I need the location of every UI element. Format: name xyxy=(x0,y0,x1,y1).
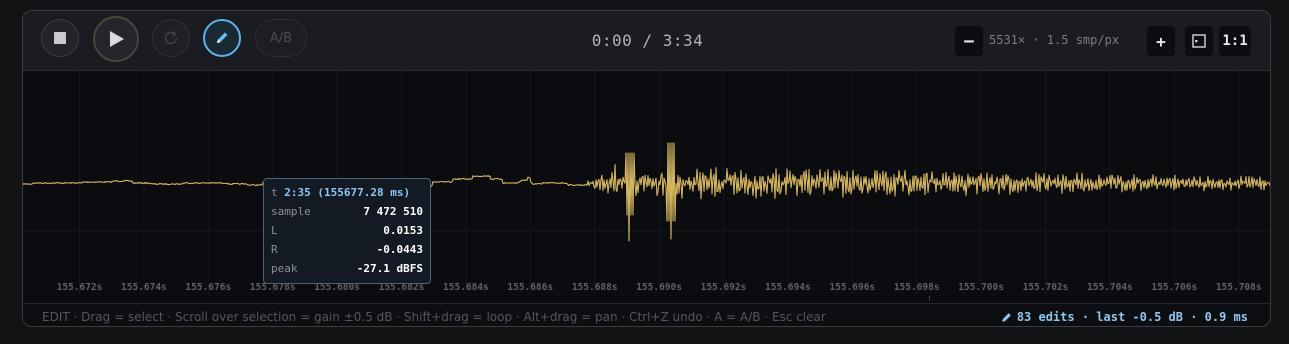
ruler-tick-label: 155.706s xyxy=(1151,282,1197,293)
ruler-tick-label: 155.704s xyxy=(1087,282,1133,293)
tooltip-right-key: R xyxy=(271,243,278,256)
tooltip-time-value: 2:35 (155677.28 ms) xyxy=(284,186,411,199)
tooltip-sample-value: 7 472 510 xyxy=(363,205,423,218)
fit-icon xyxy=(1192,34,1206,48)
ruler-tick-label: 155.672s xyxy=(57,282,103,293)
tooltip-time-row: t 2:35 (155677.28 ms) xyxy=(271,183,423,202)
tooltip-sample-key: sample xyxy=(271,205,311,218)
ruler-tick-label: 155.696s xyxy=(829,282,875,293)
time-ruler: 155.672s 155.674s 155.676s 155.678s 155.680s… xyxy=(57,282,1262,293)
tooltip-left-key: L xyxy=(271,224,278,237)
edit-summary: 83 edits · last -0.5 dB · 0.9 ms xyxy=(1000,310,1248,324)
ruler-tick-label: 155.708s xyxy=(1216,282,1262,293)
tooltip-peak-value: -27.1 dBFS xyxy=(356,262,423,275)
tooltip-left-row: L 0.0153 xyxy=(271,221,423,240)
ruler-tick-label: 155.686s xyxy=(507,282,553,293)
cursor-marker xyxy=(929,296,930,301)
ruler-tick-label: 155.688s xyxy=(572,282,618,293)
ruler-tick-label: 155.698s xyxy=(894,282,940,293)
zoom-fit-button[interactable] xyxy=(1185,26,1213,56)
edit-mode-hint: EDIT · Drag = select · Scroll over selec… xyxy=(42,310,826,324)
tooltip-peak-row: peak -27.1 dBFS xyxy=(271,259,423,278)
tooltip-time-key: t xyxy=(271,186,278,199)
zoom-out-button[interactable]: − xyxy=(955,26,983,56)
zoom-info: 5531× · 1.5 smp/px xyxy=(989,33,1120,47)
toolbar: A/B 0:00 / 3:34 − 5531× · 1.5 smp/px + 1… xyxy=(23,11,1270,71)
waveform-view[interactable]: 155.672s 155.674s 155.676s 155.678s 155.680s… xyxy=(23,70,1271,303)
ruler-tick-label: 155.674s xyxy=(121,282,167,293)
pencil-icon xyxy=(1001,312,1011,322)
sample-inspector-tooltip: t 2:35 (155677.28 ms) sample 7 472 510 L… xyxy=(263,178,431,284)
ruler-tick-label: 155.684s xyxy=(443,282,489,293)
ruler-tick-label: 155.694s xyxy=(765,282,811,293)
status-bar: EDIT · Drag = select · Scroll over selec… xyxy=(23,303,1270,326)
zoom-one-to-one-button[interactable]: 1:1 xyxy=(1219,26,1251,56)
ruler-tick-label: 155.690s xyxy=(636,282,682,293)
edit-summary-text: 83 edits · last -0.5 dB · 0.9 ms xyxy=(1016,310,1248,324)
tooltip-left-value: 0.0153 xyxy=(383,224,423,237)
tooltip-right-value: -0.0443 xyxy=(376,243,423,256)
ruler-tick-label: 155.700s xyxy=(958,282,1004,293)
ruler-tick-label: 155.676s xyxy=(185,282,231,293)
tooltip-peak-key: peak xyxy=(271,262,298,275)
waveform-editor: A/B 0:00 / 3:34 − 5531× · 1.5 smp/px + 1… xyxy=(22,10,1271,327)
tooltip-sample-row: sample 7 472 510 xyxy=(271,202,423,221)
ruler-tick-label: 155.692s xyxy=(701,282,747,293)
tooltip-right-row: R -0.0443 xyxy=(271,240,423,259)
ruler-tick-label: 155.702s xyxy=(1023,282,1069,293)
zoom-in-button[interactable]: + xyxy=(1147,26,1175,56)
waveform-trace xyxy=(23,142,1270,242)
